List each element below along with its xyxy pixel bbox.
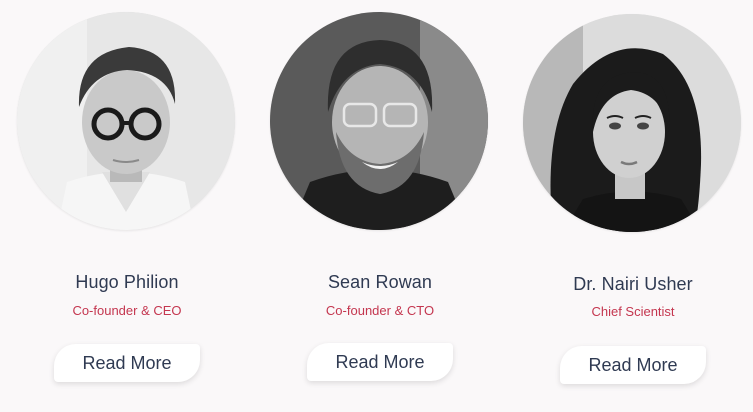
read-more-button[interactable]: Read More — [560, 346, 706, 384]
member-name: Hugo Philion — [75, 272, 179, 292]
portrait-image — [270, 12, 488, 230]
member-name: Sean Rowan — [327, 272, 433, 292]
read-more-button[interactable]: Read More — [307, 343, 453, 381]
portrait-photo-hugo — [17, 12, 235, 230]
read-more-button[interactable]: Read More — [54, 344, 200, 382]
member-role: Co-founder & CTO — [325, 303, 435, 318]
portrait-image — [17, 12, 235, 230]
team-member-card: Dr. Nairi Usher Chief Scientist Read Mor… — [513, 0, 753, 412]
member-role: Co-founder & CEO — [72, 303, 182, 318]
portrait-image — [523, 14, 741, 232]
portrait-photo-nairi — [523, 14, 741, 232]
team-member-card: Hugo Philion Co-founder & CEO Read More — [7, 0, 247, 412]
team-section: Hugo Philion Co-founder & CEO Read More — [0, 0, 753, 412]
portrait-photo-sean — [270, 12, 488, 230]
team-member-card: Sean Rowan Co-founder & CTO Read More — [260, 0, 500, 412]
member-role: Chief Scientist — [591, 304, 675, 319]
member-name: Dr. Nairi Usher — [573, 274, 693, 294]
